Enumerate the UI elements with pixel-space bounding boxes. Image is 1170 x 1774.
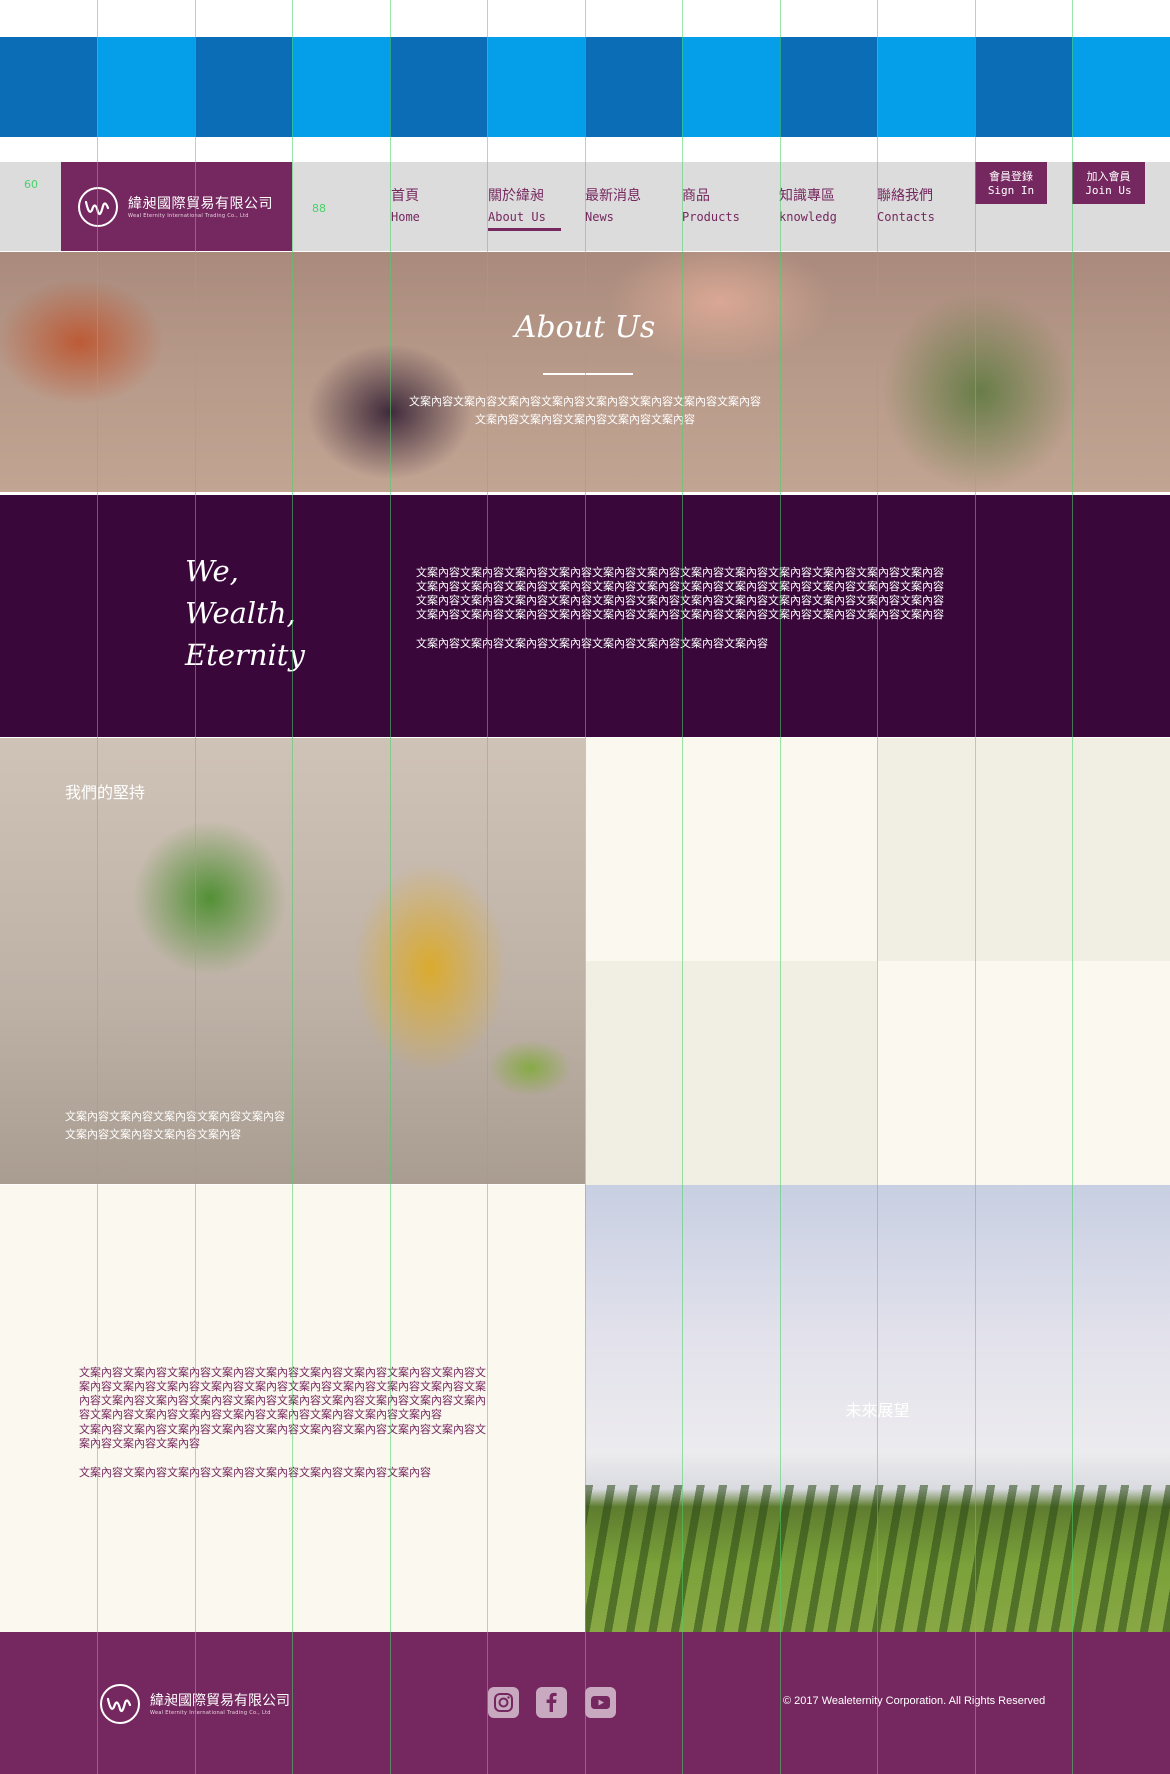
grid-color-cell bbox=[195, 37, 292, 137]
persistence-title: 我們的堅持 bbox=[65, 783, 146, 802]
nav-label-en: Contacts bbox=[877, 210, 935, 224]
motto-paragraph-line: 文案內容文案內容文案內容文案內容文案內容文案內容文案內容文案內容文案內容文案內容… bbox=[416, 580, 944, 593]
join-label-cn: 加入會員 bbox=[1086, 170, 1131, 183]
layout-guide-line bbox=[97, 0, 98, 1774]
join-label-en: Join Us bbox=[1085, 184, 1132, 197]
nav-label-cn: 最新消息 bbox=[585, 188, 641, 204]
nav-label-en: About Us bbox=[488, 210, 546, 224]
story-text-line: 文案內容文案內容文案內容文案內容文案內容文案內容文案內容文案內容文案內容文 bbox=[79, 1366, 486, 1379]
instagram-icon[interactable] bbox=[488, 1687, 519, 1718]
layout-guide-line bbox=[877, 0, 878, 1774]
nav-label-cn: 關於緯昶 bbox=[488, 188, 544, 204]
nav-label-cn: 首頁 bbox=[391, 188, 419, 204]
motto-text: We, Wealth, Eternity bbox=[185, 550, 305, 676]
story-text-line: 案內容文案內容文案內容文案內容文案內容文案內容文案內容文案內容文案內容文案 bbox=[79, 1380, 486, 1393]
grid-color-cell bbox=[390, 37, 487, 137]
layout-guide-line bbox=[975, 0, 976, 1774]
nav-item-contacts[interactable]: 聯絡我們 Contacts bbox=[877, 185, 935, 233]
story-text-line: 內容文案內容文案內容文案內容文案內容文案內容文案內容文案內容文案內容文案內 bbox=[79, 1394, 486, 1407]
motto-line: Wealth, bbox=[185, 596, 296, 630]
cream-tile bbox=[877, 961, 1170, 1185]
nav-label-cn: 知識專區 bbox=[779, 188, 835, 204]
cream-tile bbox=[877, 738, 1170, 961]
brand-name-en: Weal Eternity International Trading Co.,… bbox=[128, 213, 249, 219]
layout-guide-line bbox=[390, 0, 391, 1774]
grid-color-cell bbox=[975, 37, 1072, 137]
nav-label-en: knowledg bbox=[779, 210, 837, 224]
story-text-line: 文案內容文案內容文案內容文案內容文案內容文案內容文案內容文案內容文案內容文 bbox=[79, 1423, 486, 1436]
grid-color-cell bbox=[682, 37, 780, 137]
layout-guide-line bbox=[195, 0, 196, 1774]
sign-in-button[interactable]: 會員登錄 Sign In bbox=[975, 162, 1047, 204]
grid-color-cell bbox=[97, 37, 195, 137]
nav-item-products[interactable]: 商品 Products bbox=[682, 185, 740, 233]
persistence-text-line: 文案內容文案內容文案內容文案內容文案內容 bbox=[65, 1110, 285, 1123]
motto-paragraph-line: 文案內容文案內容文案內容文案內容文案內容文案內容文案內容文案內容文案內容文案內容… bbox=[416, 608, 944, 621]
facebook-icon[interactable] bbox=[536, 1687, 567, 1718]
layout-guide-line bbox=[780, 0, 781, 1774]
grid-color-cell bbox=[877, 37, 975, 137]
persistence-text-line: 文案內容文案內容文案內容文案內容 bbox=[65, 1128, 241, 1141]
hero-divider bbox=[543, 373, 633, 375]
layout-guide-line bbox=[487, 0, 488, 1774]
sign-in-label-cn: 會員登錄 bbox=[989, 170, 1033, 183]
motto-line: Eternity bbox=[185, 638, 305, 672]
youtube-icon[interactable] bbox=[585, 1687, 616, 1718]
grid-color-cell bbox=[292, 37, 390, 137]
layout-guide-line bbox=[1072, 0, 1073, 1774]
nav-label-en: News bbox=[585, 210, 614, 224]
nav-item-home[interactable]: 首頁 Home bbox=[391, 185, 420, 233]
footer-brand-name-cn: 緯昶國際貿易有限公司 bbox=[150, 1693, 290, 1709]
wm-monogram-icon bbox=[78, 187, 118, 227]
nav-active-indicator bbox=[488, 228, 561, 231]
guide-label-height: 88 bbox=[312, 202, 326, 215]
motto-line: We, bbox=[185, 554, 239, 588]
nav-item-news[interactable]: 最新消息 News bbox=[585, 185, 641, 233]
story-text-last: 文案內容文案內容文案內容文案內容文案內容文案內容文案內容文案內容 bbox=[79, 1466, 431, 1479]
nav-item-about-us[interactable]: 關於緯昶 About Us bbox=[488, 185, 546, 233]
motto-paragraph-line: 文案內容文案內容文案內容文案內容文案內容文案內容文案內容文案內容文案內容文案內容… bbox=[416, 566, 944, 579]
header-logo[interactable]: 緯昶國際貿易有限公司 Weal Eternity International T… bbox=[61, 162, 292, 251]
grid-color-cell bbox=[1072, 37, 1170, 137]
wm-monogram-icon[interactable] bbox=[99, 1683, 141, 1725]
layout-guide-line bbox=[682, 0, 683, 1774]
sign-in-label-en: Sign In bbox=[987, 184, 1035, 197]
grid-color-cell bbox=[487, 37, 585, 137]
grid-color-cell bbox=[585, 37, 682, 137]
nav-label-cn: 聯絡我們 bbox=[877, 188, 933, 204]
copyright-text: © 2017 Wealeternity Corporation. All Rig… bbox=[783, 1695, 1046, 1707]
motto-paragraph-line: 文案內容文案內容文案內容文案內容文案內容文案內容文案內容文案內容文案內容文案內容… bbox=[416, 594, 944, 607]
join-button[interactable]: 加入會員 Join Us bbox=[1072, 162, 1145, 204]
story-text-line: 容文案內容文案內容文案內容文案內容文案內容文案內容文案內容文案內容 bbox=[79, 1408, 442, 1421]
brand-name-cn: 緯昶國際貿易有限公司 bbox=[128, 196, 273, 212]
cream-tile bbox=[585, 961, 877, 1185]
grid-color-cell bbox=[0, 37, 97, 137]
footer-brand-name-en: Weal Eternity International Trading Co.,… bbox=[150, 1710, 271, 1716]
nav-item-knowledge[interactable]: 知識專區 knowledg bbox=[779, 185, 837, 233]
guide-label-margin: 60 bbox=[24, 178, 38, 191]
nav-label-en: Home bbox=[391, 210, 420, 224]
layout-guide-line bbox=[585, 0, 586, 1774]
motto-paragraph-last: 文案內容文案內容文案內容文案內容文案內容文案內容文案內容文案內容 bbox=[416, 637, 768, 650]
nav-label-cn: 商品 bbox=[682, 188, 710, 204]
grid-color-cell bbox=[780, 37, 877, 137]
nav-label-en: Products bbox=[682, 210, 740, 224]
layout-guide-line bbox=[292, 0, 293, 1774]
cream-tile bbox=[585, 738, 877, 961]
